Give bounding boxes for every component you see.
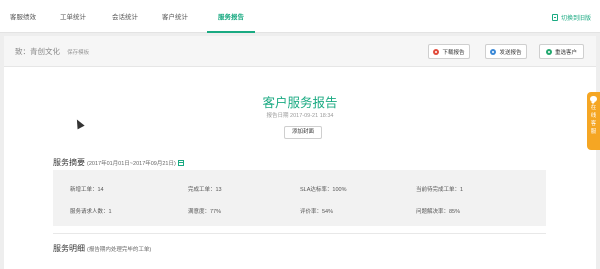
online-service-float-button[interactable]: 在 线 客 服: [587, 92, 600, 150]
tab-customer-stats[interactable]: 客户统计: [160, 0, 190, 33]
switch-old-version-link[interactable]: 切换到旧版: [551, 13, 591, 22]
metric-resolution-rate: 问题解决率：85%: [416, 209, 461, 215]
online-service-char: 客: [590, 121, 597, 127]
summary-title: 服务摘要: [53, 158, 85, 167]
tab-service-report[interactable]: 服务报告: [207, 0, 255, 33]
recipient-text: 致：青创文化: [15, 47, 60, 56]
top-navigation: 客服绩效 工单统计 会话统计 客户统计 服务报告 切换到旧版: [0, 0, 600, 33]
summary-section-title: 服务摘要 (2017年01月01日~2017年09月21日): [53, 157, 184, 168]
metric-new-tickets: 新增工单：14: [70, 187, 104, 193]
detail-section-title: 服务明细 (报告期内处理完毕的工单): [53, 243, 151, 254]
report-header-bar: 致：青创文化 保存模板 下载报告 发送报告 重选客户: [4, 36, 596, 67]
switch-old-version-label: 切换到旧版: [560, 16, 591, 22]
section-divider: [53, 233, 546, 234]
chat-bubble-icon: [590, 96, 597, 104]
switch-icon: [551, 14, 558, 21]
tab-session-stats[interactable]: 会话统计: [110, 0, 140, 33]
send-report-button[interactable]: 发送报告: [485, 44, 527, 59]
online-service-char: 在: [590, 105, 597, 111]
metric-rating-rate: 评价率：54%: [300, 209, 334, 215]
metric-completed-tickets: 完成工单：13: [188, 187, 222, 193]
metric-pending-tickets: 当前待完成工单：1: [416, 187, 464, 193]
recipient-label: 致：青创文化 保存模板: [15, 46, 89, 57]
detail-subtitle: (报告期内处理完毕的工单): [87, 247, 152, 253]
download-report-label: 下载报告: [442, 49, 465, 56]
save-template-link[interactable]: 保存模板: [67, 50, 89, 56]
metric-sla-rate: SLA达标率：100%: [300, 187, 347, 193]
detail-title: 服务明细: [53, 244, 85, 253]
download-icon: [433, 48, 440, 55]
report-card: 致：青创文化 保存模板 下载报告 发送报告 重选客户: [4, 36, 596, 269]
report-date: 报告日期 2017-09-21 18:34: [266, 113, 334, 119]
tab-agent-performance[interactable]: 客服绩效: [8, 0, 38, 33]
send-report-label: 发送报告: [499, 49, 522, 56]
tab-ticket-stats[interactable]: 工单统计: [58, 0, 88, 33]
online-service-char: 线: [590, 113, 597, 119]
choose-customer-label: 重选客户: [554, 49, 577, 56]
add-cover-button[interactable]: 添加封面: [284, 126, 322, 139]
metric-requesters: 服务请求人数：1: [70, 209, 112, 215]
summary-metrics-box: 新增工单：14 完成工单：13 SLA达标率：100% 当前待完成工单：1 服务…: [53, 170, 546, 226]
calendar-icon[interactable]: [177, 159, 184, 166]
summary-date-range: (2017年01月01日~2017年09月21日): [87, 161, 176, 167]
metric-satisfaction: 满意度：77%: [188, 209, 222, 215]
online-service-char: 服: [590, 129, 597, 135]
send-icon: [490, 48, 497, 55]
choose-customer-button[interactable]: 重选客户: [539, 44, 584, 59]
report-title: 客户服务报告: [262, 96, 338, 110]
customer-icon: [545, 48, 552, 55]
download-report-button[interactable]: 下载报告: [428, 44, 470, 59]
